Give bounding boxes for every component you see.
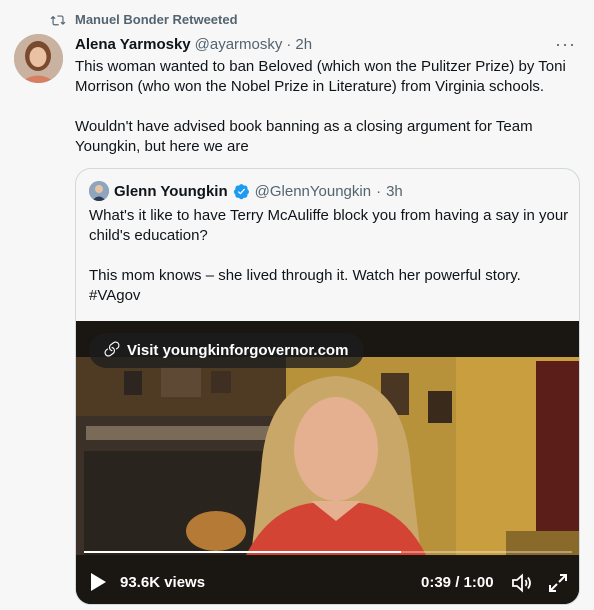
fullscreen-icon[interactable] <box>546 571 570 595</box>
video-controls: 93.6K views 0:39 / 1:00 <box>76 561 579 604</box>
avatar[interactable] <box>14 34 63 83</box>
verified-badge-icon <box>233 183 250 200</box>
tweet-text: This woman wanted to ban Beloved (which … <box>75 58 566 155</box>
quote-tweet[interactable]: Glenn Youngkin @GlennYoungkin · 3h What'… <box>75 168 580 605</box>
play-icon[interactable] <box>89 572 107 592</box>
author-name[interactable]: Alena Yarmosky <box>75 36 191 53</box>
quote-timestamp[interactable]: 3h <box>386 183 403 200</box>
video-player[interactable]: Visit youngkinforgovernor.com 93.6K view… <box>76 321 579 604</box>
quote-text: What's it like to have Terry McAuliffe b… <box>89 207 569 304</box>
retweet-context: Manuel Bonder Retweeted <box>50 12 238 27</box>
retweet-icon <box>50 13 66 27</box>
tweet-header: Alena Yarmosky @ayarmosky · 2h <box>75 36 312 53</box>
author-handle[interactable]: @ayarmosky <box>195 36 283 53</box>
timestamp[interactable]: 2h <box>295 36 312 53</box>
video-progress-bar[interactable] <box>84 551 572 553</box>
more-options-button[interactable]: ··· <box>555 34 576 55</box>
view-count: 93.6K views <box>120 574 206 591</box>
retweet-label[interactable]: Manuel Bonder Retweeted <box>75 12 238 27</box>
quote-avatar[interactable] <box>89 181 109 201</box>
video-time: 0:39 / 1:00 <box>421 574 494 591</box>
volume-icon[interactable] <box>510 571 534 595</box>
tweet[interactable]: Manuel Bonder Retweeted Alena Yarmosky @… <box>0 0 594 610</box>
quote-author-handle[interactable]: @GlennYoungkin <box>255 183 371 200</box>
video-progress-fill <box>84 551 402 553</box>
quote-header: Glenn Youngkin @GlennYoungkin · 3h <box>89 181 403 201</box>
quote-separator: · <box>376 182 382 200</box>
quote-author-name[interactable]: Glenn Youngkin <box>114 183 228 200</box>
link-icon <box>103 340 121 362</box>
separator: · <box>286 36 292 53</box>
visit-website-label: Visit youngkinforgovernor.com <box>127 342 349 359</box>
visit-website-button[interactable]: Visit youngkinforgovernor.com <box>89 333 365 368</box>
